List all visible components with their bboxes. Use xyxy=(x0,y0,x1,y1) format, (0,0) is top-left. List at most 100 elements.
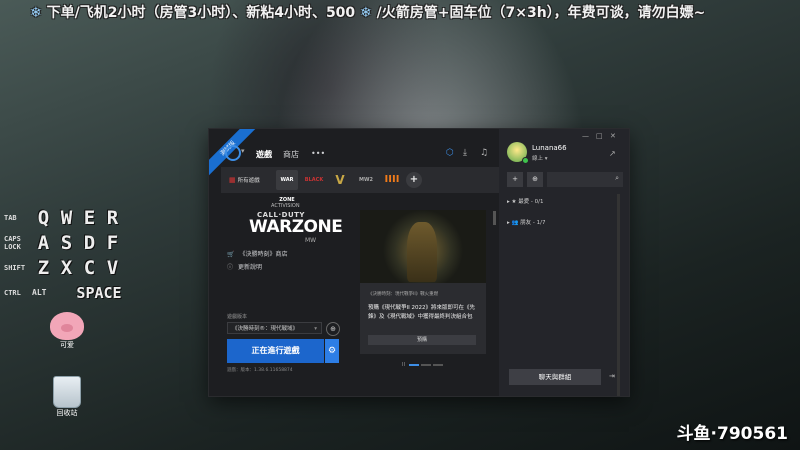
key: E xyxy=(83,206,96,229)
carousel-dot[interactable] xyxy=(420,363,431,366)
keyboard-row: CAPS LOCK A S D F xyxy=(4,230,134,255)
game-tabs: ▦ 所有遊戲 WAR ZONE BLACK V MW2 IIII + xyxy=(221,167,499,203)
key-mod: SHIFT xyxy=(4,263,26,272)
key-mod: TAB xyxy=(4,213,17,222)
pause-icon[interactable]: II xyxy=(402,362,405,368)
friends-panel: — □ ✕ Lunana66 線上 ▾ ↗ + ⊕ ⌕ ▸ ★ 最愛 - 0/1… xyxy=(499,129,629,396)
douyu-watermark: 斗鱼·790561 xyxy=(676,424,788,444)
key: R xyxy=(106,206,119,229)
add-friend-button[interactable]: + xyxy=(507,172,523,187)
desktop-icon-recycle-bin[interactable]: 回收站 xyxy=(42,376,92,418)
news-card-text: 預購《現代戰爭II 2022》將來版即可在《先鋒》及《現代戰域》中獲得最終判決組… xyxy=(368,305,475,320)
version-select-value: 《決勝時刻®：現代戰域》 xyxy=(232,326,299,332)
download-icon[interactable]: ⤓ xyxy=(463,148,467,158)
create-group-button[interactable]: ⊕ xyxy=(527,172,543,187)
shop-link-label: 《決勝時刻》商店 xyxy=(239,251,288,258)
add-friend-icon: + xyxy=(512,175,518,183)
stream-banner: ❄ 下单/飞机2小时（房管3小时）、新粘4小时、500 ❄ /火箭房管+固车位（… xyxy=(30,2,800,24)
maximize-button[interactable]: □ xyxy=(596,132,603,140)
add-group-icon: ⊕ xyxy=(532,175,538,183)
battlenet-logo-icon[interactable] xyxy=(225,145,241,161)
nav-shop[interactable]: 商店 xyxy=(283,149,299,160)
snowflake-icon: ❄ xyxy=(360,5,372,21)
nav-games[interactable]: 遊戲 xyxy=(256,149,272,160)
key: F xyxy=(106,231,119,254)
key-mod: CTRL xyxy=(4,288,21,297)
key: Q xyxy=(37,206,50,229)
nav-more[interactable]: ••• xyxy=(311,149,325,158)
battlenet-window: 測試版 ▾ 遊戲 商店 ••• ⬡ ⤓ ♫ ▦ 所有遊戲 WAR ZONE BLA… xyxy=(209,129,629,396)
keyboard-row: CTRL ALT SPACE xyxy=(4,280,134,305)
chat-groups-button[interactable]: 聊天與群組 xyxy=(509,369,601,385)
friends-group-favorites[interactable]: ▸ ★ 最愛 - 0/1 xyxy=(507,197,544,205)
username[interactable]: Lunana66 xyxy=(532,144,567,152)
add-game-button[interactable]: + xyxy=(406,172,422,188)
friends-group-friends[interactable]: ▸ 👥 朋友 - 1/7 xyxy=(507,218,545,226)
grid-icon: ▦ xyxy=(229,176,236,184)
tab-warzone[interactable]: WAR ZONE xyxy=(276,170,298,203)
version-select[interactable]: 《決勝時刻®：現代戰域》 ▾ xyxy=(227,322,322,334)
publisher-label: ACTIVISION xyxy=(271,203,300,209)
key: A xyxy=(37,231,50,254)
chevron-down-icon[interactable]: ▾ xyxy=(241,147,245,155)
globe-icon[interactable]: ⊕ xyxy=(326,322,340,336)
gear-icon[interactable]: ⚙ xyxy=(325,339,339,363)
close-button[interactable]: ✕ xyxy=(610,132,616,140)
desktop-icon-label: 可爱 xyxy=(60,341,74,349)
key-mod: ALT xyxy=(32,288,47,297)
carousel-dot[interactable] xyxy=(408,363,419,366)
desktop-icon-pig[interactable]: 可爱 xyxy=(42,312,92,350)
carousel-pager[interactable]: II xyxy=(402,362,443,368)
friend-search-input[interactable]: ⌕ xyxy=(547,172,623,187)
keyboard-overlay: TAB Q W E R CAPS LOCK A S D F SHIFT Z X … xyxy=(4,205,134,305)
cart-icon: 🛒 xyxy=(227,251,235,258)
news-card[interactable]: 《決勝時刻：現代戰爭II》戰火重燃 預購《現代戰爭II 2022》將來版即可在《… xyxy=(360,210,486,354)
chevron-down-icon: ▾ xyxy=(314,326,317,332)
key: C xyxy=(83,256,96,279)
soldier-image xyxy=(407,222,437,282)
carousel-dot[interactable] xyxy=(432,363,443,366)
key: V xyxy=(106,256,119,279)
key-space: SPACE xyxy=(76,283,122,302)
search-icon: ⌕ xyxy=(615,174,619,182)
snowflake-icon: ❄ xyxy=(30,5,42,21)
key: Z xyxy=(37,256,50,279)
version-label: 遊戲版本 xyxy=(227,314,248,320)
minimize-button[interactable]: — xyxy=(582,132,589,140)
shop-link[interactable]: 🛒 《決勝時刻》商店 xyxy=(227,249,288,258)
patch-notes-label: 更新說明 xyxy=(238,264,263,271)
banner-text-2: /火箭房管+固车位（7×3h），年费可谈，请勿白嫖~ xyxy=(376,5,706,21)
user-status[interactable]: 線上 ▾ xyxy=(532,154,548,162)
tab-black-ops[interactable]: BLACK xyxy=(303,170,325,190)
version-info: 遊戲：版本：1.38.6.11658874 xyxy=(227,368,293,373)
news-card-image xyxy=(360,210,486,283)
logout-icon[interactable]: ⇥ xyxy=(609,372,615,380)
keyboard-row: TAB Q W E R xyxy=(4,205,134,230)
top-bar: ▾ 遊戲 商店 ••• ⬡ ⤓ ♫ xyxy=(209,129,499,165)
tab-all-label: 所有遊戲 xyxy=(237,178,260,184)
banner-text-1: 下单/飞机2小时（房管3小时）、新粘4小时、500 xyxy=(46,5,356,21)
scrollbar[interactable] xyxy=(493,211,496,225)
key-mod: CAPS LOCK xyxy=(4,234,21,251)
recycle-bin-icon xyxy=(53,376,81,408)
notification-pin-icon[interactable]: ⬡ xyxy=(446,148,454,158)
scrollbar[interactable] xyxy=(617,194,620,396)
desktop-icon-label: 回收站 xyxy=(56,409,78,417)
external-link-icon[interactable]: ↗ xyxy=(609,149,616,158)
bell-icon[interactable]: ♫ xyxy=(480,148,488,158)
preorder-button[interactable]: 預購 xyxy=(368,335,476,345)
key: D xyxy=(83,231,96,254)
keyboard-row: SHIFT Z X C V xyxy=(4,255,134,280)
tab-vanguard[interactable]: V xyxy=(329,170,351,190)
key: S xyxy=(60,231,73,254)
key: W xyxy=(60,206,73,229)
online-status-icon xyxy=(522,157,529,164)
play-button[interactable]: 正在進行遊戲 xyxy=(227,339,324,363)
key: X xyxy=(60,256,73,279)
patch-notes-link[interactable]: ⓘ 更新說明 xyxy=(227,262,262,271)
tab-all-games[interactable]: ▦ 所有遊戲 xyxy=(225,171,264,189)
info-icon: ⓘ xyxy=(227,264,234,271)
news-card-tag: 《決勝時刻：現代戰爭II》戰火重燃 xyxy=(368,292,439,297)
tab-bo4[interactable]: IIII xyxy=(381,170,403,190)
tab-mw2[interactable]: MW2 xyxy=(355,170,377,190)
